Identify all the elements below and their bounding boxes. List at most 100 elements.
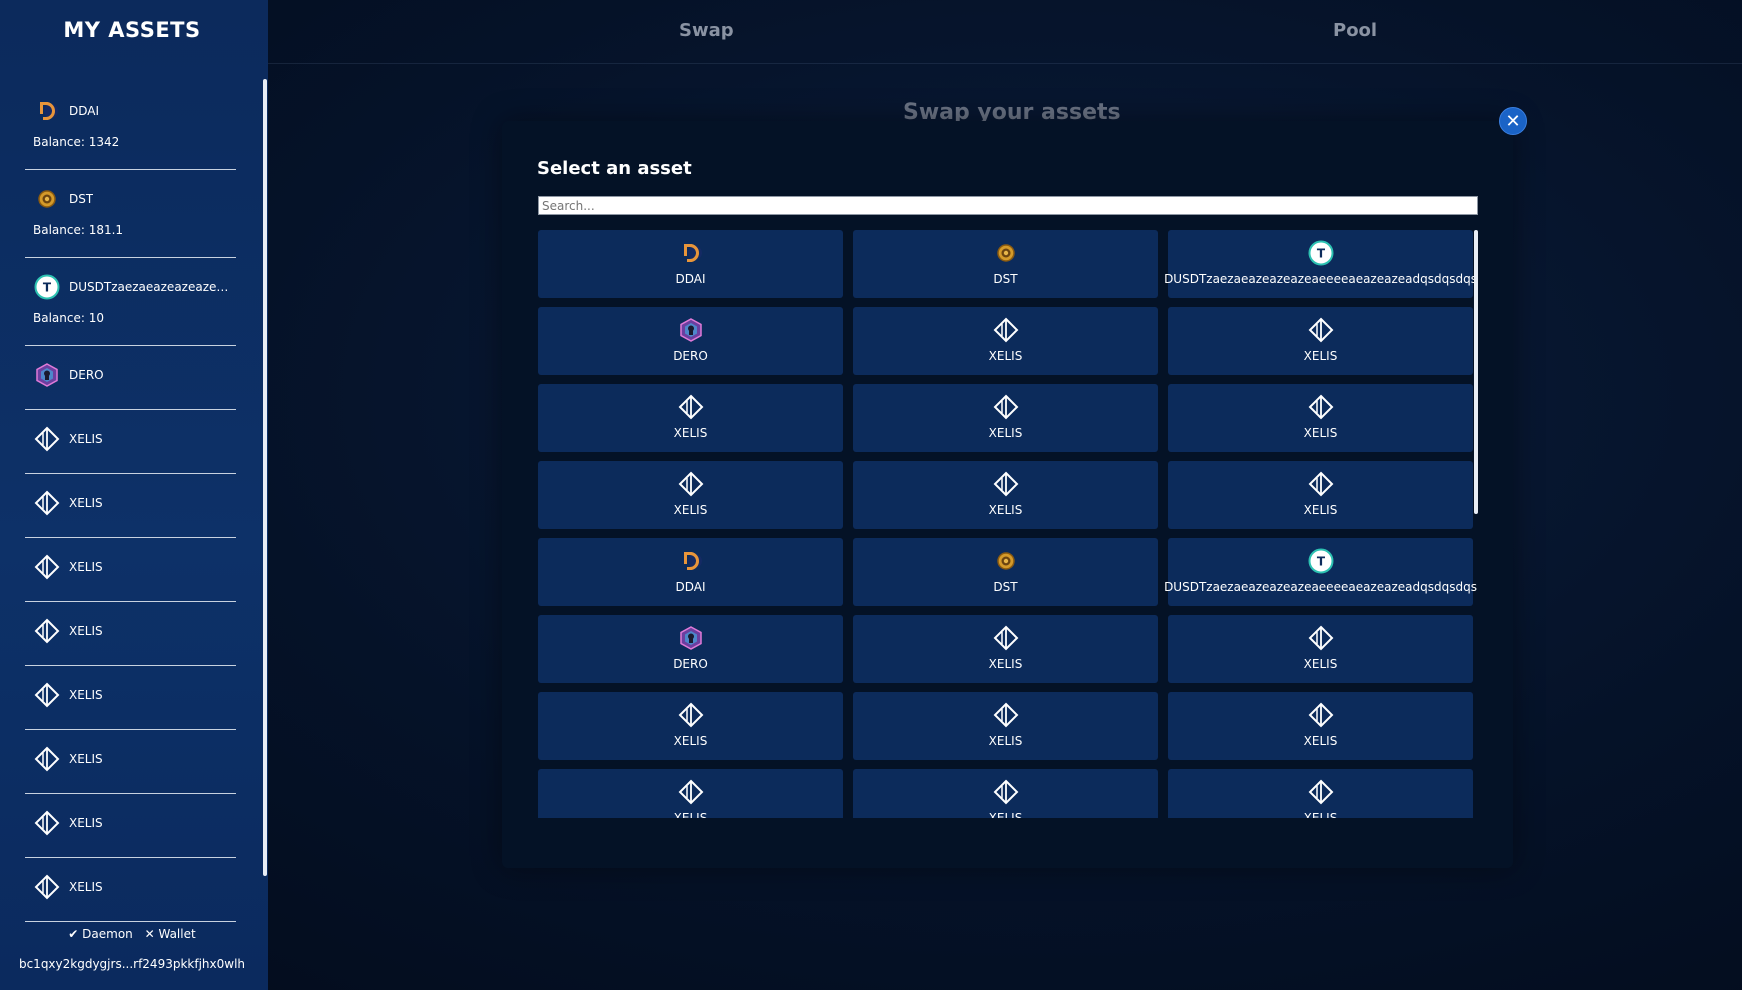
asset-card[interactable]: XELIS xyxy=(853,384,1158,452)
asset-card-label: DDAI xyxy=(675,272,706,286)
asset-name: XELIS xyxy=(69,432,103,446)
sidebar-asset-item[interactable]: DST Balance: 181.1 xyxy=(25,170,236,258)
top-tabs: Swap Pool xyxy=(268,0,1742,64)
asset-card[interactable]: XELIS xyxy=(538,692,843,760)
asset-card[interactable]: XELIS xyxy=(853,769,1158,818)
xelis-icon xyxy=(1308,625,1334,651)
xelis-icon xyxy=(993,702,1019,728)
connection-status: ✔ Daemon ✕ Wallet xyxy=(0,927,264,941)
dst-icon xyxy=(33,185,61,213)
asset-name: XELIS xyxy=(69,688,103,702)
asset-card[interactable]: DDAI xyxy=(538,230,843,298)
asset-name: XELIS xyxy=(69,816,103,830)
asset-card-label: XELIS xyxy=(988,811,1023,818)
sidebar-asset-item[interactable]: XELIS xyxy=(25,410,236,474)
asset-card[interactable]: XELIS xyxy=(538,461,843,529)
asset-card-label: XELIS xyxy=(1303,657,1338,671)
asset-card-label: XELIS xyxy=(988,734,1023,748)
asset-card-label: XELIS xyxy=(988,657,1023,671)
ddai-icon xyxy=(33,97,61,125)
xelis-icon xyxy=(678,394,704,420)
asset-card-label: DST xyxy=(993,580,1018,594)
sidebar-asset-item[interactable]: XELIS xyxy=(25,602,236,666)
daemon-status: ✔ Daemon xyxy=(68,927,133,941)
asset-card-label: XELIS xyxy=(988,426,1023,440)
asset-card-label: XELIS xyxy=(988,503,1023,517)
sidebar-title: MY ASSETS xyxy=(63,18,201,42)
asset-card[interactable]: XELIS xyxy=(1168,615,1473,683)
asset-card-label: DERO xyxy=(673,349,708,363)
asset-card[interactable]: DERO xyxy=(538,307,843,375)
asset-card[interactable]: XELIS xyxy=(1168,307,1473,375)
asset-name: XELIS xyxy=(69,560,103,574)
sidebar-asset-item[interactable]: DERO xyxy=(25,346,236,410)
asset-card[interactable]: T DUSDTzaezaeazeazeazeaeeeeaeazeazeadqsdq… xyxy=(1164,538,1477,606)
close-icon: ✕ xyxy=(1505,111,1521,132)
select-asset-modal: Select an asset DDAI DST T DUSDTzaezaeazeaz… xyxy=(502,121,1513,868)
asset-row: XELIS xyxy=(33,616,236,646)
asset-card[interactable]: XELIS xyxy=(853,461,1158,529)
sidebar-asset-item[interactable]: XELIS xyxy=(25,666,236,730)
asset-card[interactable]: XELIS xyxy=(1168,461,1473,529)
asset-row: XELIS xyxy=(33,808,236,838)
asset-grid: DDAI DST T DUSDTzaezaeazeazeazeaeeeeaeazeaz… xyxy=(538,230,1482,818)
asset-grid-scrollbar[interactable] xyxy=(1474,230,1478,514)
asset-card[interactable]: XELIS xyxy=(853,692,1158,760)
dusdt-icon: T xyxy=(1308,548,1334,574)
sidebar-asset-item[interactable]: XELIS xyxy=(25,474,236,538)
asset-card[interactable]: XELIS xyxy=(1168,384,1473,452)
asset-card-label: DDAI xyxy=(675,580,706,594)
asset-card-label: XELIS xyxy=(1303,811,1338,818)
asset-card[interactable]: XELIS xyxy=(538,769,843,818)
xelis-icon xyxy=(1308,317,1334,343)
xelis-icon xyxy=(1308,471,1334,497)
asset-card[interactable]: DERO xyxy=(538,615,843,683)
wallet-address[interactable]: bc1qxy2kgdygjrs...rf2493pkkfjhx0wlh xyxy=(0,957,264,971)
asset-card[interactable]: XELIS xyxy=(853,615,1158,683)
asset-card[interactable]: XELIS xyxy=(853,307,1158,375)
asset-card[interactable]: DST xyxy=(853,538,1158,606)
asset-card-label: DERO xyxy=(673,657,708,671)
close-button[interactable]: ✕ xyxy=(1499,107,1527,135)
xelis-icon xyxy=(993,317,1019,343)
asset-card-label: XELIS xyxy=(988,349,1023,363)
xelis-icon xyxy=(33,873,61,901)
asset-card[interactable]: XELIS xyxy=(1168,769,1473,818)
xelis-icon xyxy=(993,394,1019,420)
xelis-icon xyxy=(678,471,704,497)
sidebar-asset-item[interactable]: XELIS xyxy=(25,858,236,922)
tab-pool[interactable]: Pool xyxy=(1333,20,1377,41)
asset-name: DDAI xyxy=(69,104,100,118)
asset-card-label: XELIS xyxy=(673,734,708,748)
asset-card[interactable]: DDAI xyxy=(538,538,843,606)
asset-card[interactable]: T DUSDTzaezaeazeazeazeaeeeeaeazeazeadqsdq… xyxy=(1164,230,1477,298)
xelis-icon xyxy=(993,779,1019,805)
dusdt-icon: T xyxy=(1308,240,1334,266)
sidebar-asset-item[interactable]: XELIS xyxy=(25,730,236,794)
xelis-icon xyxy=(678,779,704,805)
dero-icon xyxy=(33,361,61,389)
sidebar-asset-item[interactable]: DDAI Balance: 1342 xyxy=(25,82,236,170)
asset-card[interactable]: DST xyxy=(853,230,1158,298)
asset-row: XELIS xyxy=(33,872,236,902)
sidebar-asset-item[interactable]: T DUSDTzaezaeazeazeazeazeaze Balance: 10 xyxy=(25,258,236,346)
asset-card[interactable]: XELIS xyxy=(1168,692,1473,760)
dusdt-icon: T xyxy=(33,273,61,301)
asset-name: DUSDTzaezaeazeazeazeazeaze xyxy=(69,280,229,294)
search-input[interactable] xyxy=(538,196,1478,215)
modal-title: Select an asset xyxy=(537,158,692,179)
asset-balance: Balance: 1342 xyxy=(33,135,120,149)
asset-row: DST xyxy=(33,184,236,214)
tab-swap[interactable]: Swap xyxy=(679,20,734,41)
asset-card[interactable]: XELIS xyxy=(538,384,843,452)
asset-card-label: XELIS xyxy=(673,503,708,517)
asset-row: DERO xyxy=(33,360,236,390)
xelis-icon xyxy=(33,809,61,837)
asset-row: XELIS xyxy=(33,680,236,710)
asset-grid-viewport: DDAI DST T DUSDTzaezaeazeazeazeaeeeeaeazeaz… xyxy=(538,230,1482,818)
asset-card-label: XELIS xyxy=(673,426,708,440)
sidebar-scrollbar[interactable] xyxy=(263,79,267,876)
asset-list: DDAI Balance: 1342 DST Balance: 181.1 T DUSDT… xyxy=(25,82,236,922)
sidebar-asset-item[interactable]: XELIS xyxy=(25,538,236,602)
sidebar-asset-item[interactable]: XELIS xyxy=(25,794,236,858)
